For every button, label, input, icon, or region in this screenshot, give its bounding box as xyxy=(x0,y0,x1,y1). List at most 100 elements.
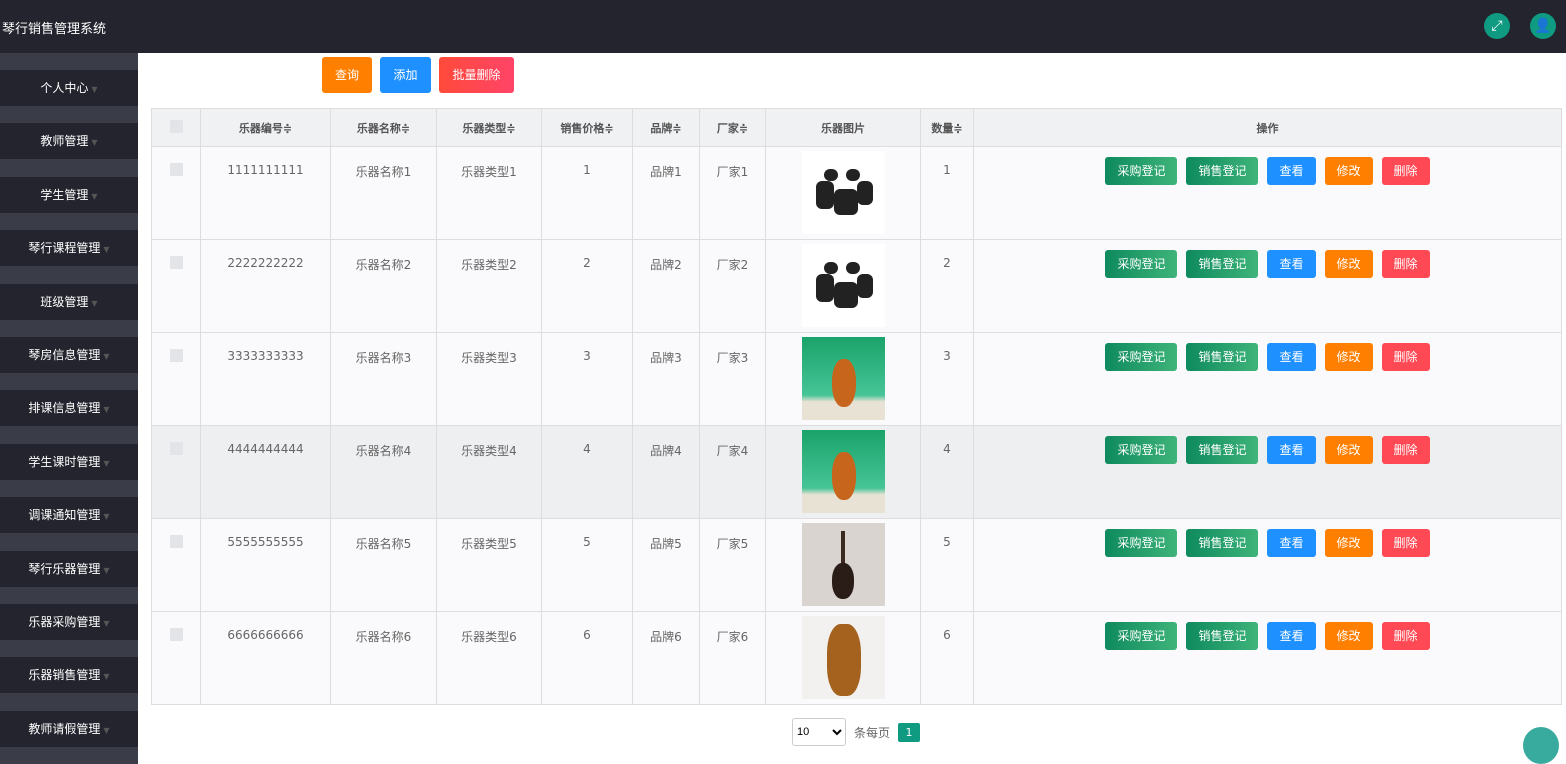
select-all-checkbox[interactable] xyxy=(169,119,183,133)
edit-button[interactable]: 修改 xyxy=(1324,622,1373,650)
cell-id: 5555555555 xyxy=(200,518,331,612)
cell-type: 乐器类型6 xyxy=(436,611,542,705)
sidebar-item[interactable]: 个人中心 ▼ xyxy=(0,70,138,106)
sort-icon[interactable]: ≑ xyxy=(401,122,410,135)
sidebar-item[interactable]: 学生管理 ▼ xyxy=(0,176,138,213)
view-button[interactable]: 查看 xyxy=(1267,343,1316,371)
caret-down-icon: ▼ xyxy=(103,619,110,628)
view-button[interactable]: 查看 xyxy=(1267,157,1316,185)
select-all-header[interactable] xyxy=(151,108,201,147)
sale-register-button[interactable]: 销售登记 xyxy=(1186,250,1259,278)
purchase-register-button[interactable]: 采购登记 xyxy=(1105,343,1178,371)
sidebar-item[interactable]: 教师管理 ▼ xyxy=(0,123,138,160)
row-checkbox[interactable] xyxy=(169,163,183,176)
edit-button[interactable]: 修改 xyxy=(1324,436,1373,464)
row-select-cell[interactable] xyxy=(151,146,201,240)
sidebar-item[interactable]: 琴行课程管理 ▼ xyxy=(0,230,138,267)
cell-name: 乐器名称1 xyxy=(330,146,437,240)
column-header[interactable]: 数量≑ xyxy=(920,108,974,147)
sort-icon[interactable]: ≑ xyxy=(604,122,613,135)
cell-qty: 2 xyxy=(920,239,974,333)
drum-kit-image xyxy=(801,151,885,234)
page-size-select[interactable]: 10 xyxy=(792,718,846,746)
sidebar-item[interactable]: 学生课时管理 ▼ xyxy=(0,443,138,480)
purchase-register-button[interactable]: 采购登记 xyxy=(1105,250,1178,278)
sort-icon[interactable]: ≑ xyxy=(953,122,962,135)
row-select-cell[interactable] xyxy=(151,518,201,612)
edit-button[interactable]: 修改 xyxy=(1324,157,1373,185)
cell-actions: 采购登记 销售登记 查看 修改 删除 xyxy=(973,518,1562,612)
edit-button[interactable]: 修改 xyxy=(1324,529,1373,557)
purchase-register-button[interactable]: 采购登记 xyxy=(1105,622,1178,650)
sale-register-button[interactable]: 销售登记 xyxy=(1186,436,1259,464)
sort-icon[interactable]: ≑ xyxy=(506,122,515,135)
cell-price: 6 xyxy=(541,611,633,705)
row-checkbox[interactable] xyxy=(169,349,183,362)
sidebar-item[interactable]: 琴房信息管理 ▼ xyxy=(0,337,138,373)
view-button[interactable]: 查看 xyxy=(1267,529,1316,557)
edit-button[interactable]: 修改 xyxy=(1324,250,1373,278)
column-header[interactable]: 品牌≑ xyxy=(632,108,700,147)
view-button[interactable]: 查看 xyxy=(1267,436,1316,464)
row-checkbox[interactable] xyxy=(169,442,183,455)
column-title: 销售价格 xyxy=(560,121,605,135)
row-checkbox[interactable] xyxy=(169,256,183,269)
row-select-cell[interactable] xyxy=(151,332,201,426)
purchase-register-button[interactable]: 采购登记 xyxy=(1105,529,1178,557)
sidebar-item-label: 教师管理 xyxy=(40,134,89,149)
purchase-register-button[interactable]: 采购登记 xyxy=(1105,436,1178,464)
caret-down-icon: ▼ xyxy=(103,725,110,735)
cell-id: 4444444444 xyxy=(200,425,331,519)
cell-id: 1111111111 xyxy=(200,146,331,240)
sidebar-item[interactable]: 班级管理 ▼ xyxy=(0,283,138,320)
search-button[interactable]: 查询 xyxy=(322,57,372,93)
sort-icon[interactable]: ≑ xyxy=(739,122,748,135)
cell-price: 5 xyxy=(541,518,633,612)
delete-button[interactable]: 删除 xyxy=(1381,157,1430,185)
sidebar-item[interactable]: 乐器销售管理 ▼ xyxy=(0,657,138,694)
column-header[interactable]: 乐器类型≑ xyxy=(436,108,542,147)
drum-kit-image xyxy=(801,244,885,327)
column-header[interactable]: 乐器编号≑ xyxy=(200,108,331,147)
user-icon[interactable]: 👤 xyxy=(1530,13,1556,39)
sale-register-button[interactable]: 销售登记 xyxy=(1186,343,1259,371)
page-1-button[interactable]: 1 xyxy=(898,722,921,742)
sale-register-button[interactable]: 销售登记 xyxy=(1186,157,1259,185)
sale-register-button[interactable]: 销售登记 xyxy=(1186,622,1259,650)
view-button[interactable]: 查看 xyxy=(1267,250,1316,278)
row-select-cell[interactable] xyxy=(151,239,201,333)
column-header[interactable]: 厂家≑ xyxy=(699,108,766,147)
column-header[interactable]: 销售价格≑ xyxy=(541,108,633,147)
delete-button[interactable]: 删除 xyxy=(1381,343,1430,371)
delete-button[interactable]: 删除 xyxy=(1381,622,1430,650)
column-title: 品牌 xyxy=(650,121,673,135)
fullscreen-icon[interactable]: ⤢ xyxy=(1484,13,1510,39)
batch-delete-button[interactable]: 批量删除 xyxy=(439,57,514,93)
row-select-cell[interactable] xyxy=(151,611,201,705)
edit-button[interactable]: 修改 xyxy=(1324,343,1373,371)
delete-button[interactable]: 删除 xyxy=(1381,250,1430,278)
sidebar-item-label: 琴房信息管理 xyxy=(28,348,101,362)
floating-chat-button[interactable] xyxy=(1523,727,1559,764)
sort-icon[interactable]: ≑ xyxy=(672,122,681,135)
sidebar-item[interactable]: 排课信息管理 ▼ xyxy=(0,390,138,427)
sidebar-item[interactable]: 琴行乐器管理 ▼ xyxy=(0,550,138,587)
sort-icon[interactable]: ≑ xyxy=(283,122,292,135)
cell-actions: 采购登记 销售登记 查看 修改 删除 xyxy=(973,611,1562,705)
add-button[interactable]: 添加 xyxy=(380,57,431,93)
sidebar-item[interactable]: 调课通知管理 ▼ xyxy=(0,497,138,534)
delete-button[interactable]: 删除 xyxy=(1381,529,1430,557)
row-checkbox[interactable] xyxy=(169,628,183,641)
sidebar-item-label: 琴行乐器管理 xyxy=(28,561,101,576)
purchase-register-button[interactable]: 采购登记 xyxy=(1105,157,1178,185)
view-button[interactable]: 查看 xyxy=(1267,622,1316,650)
table-row: 4444444444 乐器名称4 乐器类型4 4 品牌4 厂家4 4 采购登记 销售登记 查… xyxy=(151,425,1562,519)
row-select-cell[interactable] xyxy=(151,425,201,519)
row-checkbox[interactable] xyxy=(169,535,183,548)
delete-button[interactable]: 删除 xyxy=(1381,436,1430,464)
column-header: 乐器图片 xyxy=(765,108,921,147)
column-header[interactable]: 乐器名称≑ xyxy=(330,108,437,147)
sidebar-item[interactable]: 教师请假管理 ▼ xyxy=(0,710,138,747)
sale-register-button[interactable]: 销售登记 xyxy=(1186,529,1259,557)
sidebar-item[interactable]: 乐器采购管理 ▼ xyxy=(0,604,138,640)
